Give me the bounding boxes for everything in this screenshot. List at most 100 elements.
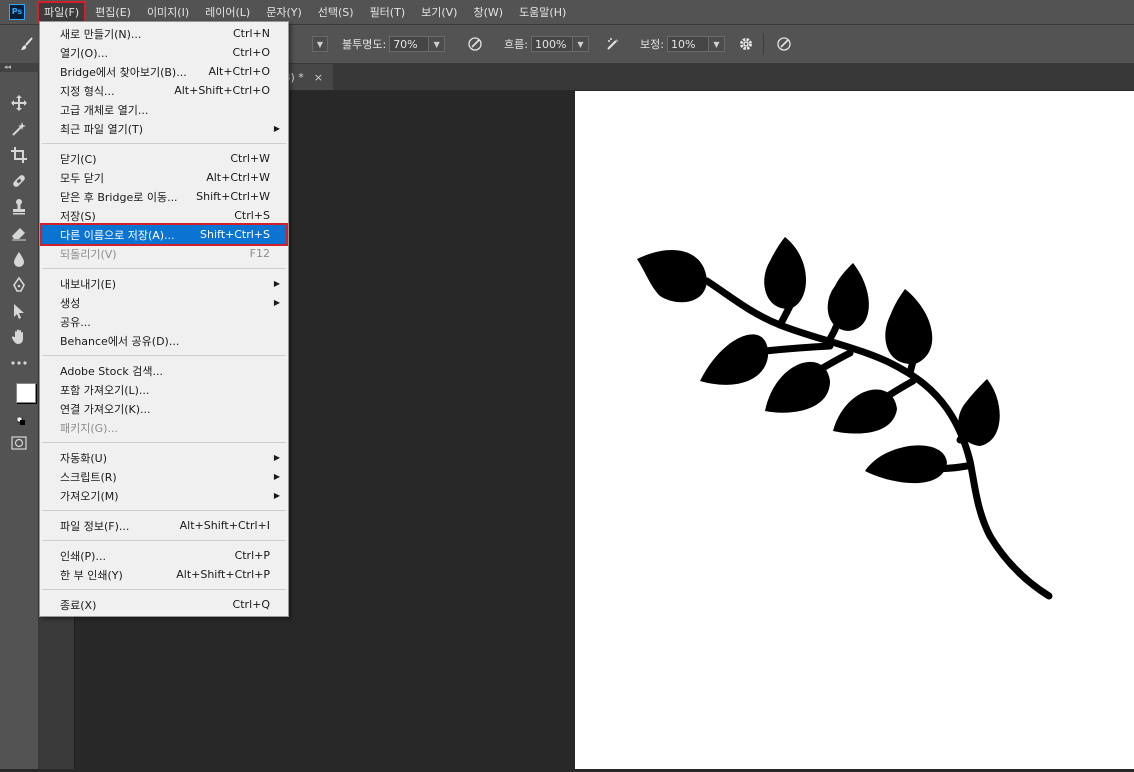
file-menu-item[interactable]: 내보내기(E) ▶ bbox=[42, 274, 286, 293]
menu-item-label: 내보내기(E) bbox=[60, 277, 117, 291]
file-menu-item[interactable]: 닫기(C) Ctrl+W bbox=[42, 149, 286, 168]
file-menu-item[interactable]: 최근 파일 열기(T) ▶ bbox=[42, 119, 286, 138]
menu-item-shortcut: Ctrl+Q bbox=[232, 598, 270, 611]
pressure-size-icon[interactable] bbox=[775, 35, 793, 53]
pressure-opacity-icon[interactable] bbox=[466, 35, 484, 53]
menu-item-shortcut: Ctrl+P bbox=[234, 549, 270, 562]
menu-separator bbox=[42, 355, 286, 356]
tools-panel bbox=[0, 72, 39, 769]
file-menu-item[interactable]: 한 부 인쇄(Y) Alt+Shift+Ctrl+P bbox=[42, 565, 286, 584]
file-menu-item[interactable]: 연결 가져오기(K)... bbox=[42, 399, 286, 418]
menu-item-3[interactable]: 레이어(L) bbox=[199, 2, 256, 22]
menu-item-5[interactable]: 선택(S) bbox=[312, 2, 360, 22]
hand-icon[interactable] bbox=[8, 326, 30, 348]
file-menu-item[interactable]: 인쇄(P)... Ctrl+P bbox=[42, 546, 286, 565]
menu-separator bbox=[42, 442, 286, 443]
file-menu-item[interactable]: Bridge에서 찾아보기(B)... Alt+Ctrl+O bbox=[42, 62, 286, 81]
submenu-arrow-icon: ▶ bbox=[273, 453, 280, 462]
healing-brush-icon[interactable] bbox=[8, 170, 30, 192]
foreground-color-swatch[interactable] bbox=[16, 383, 36, 403]
quick-mask-icon[interactable] bbox=[11, 436, 27, 450]
menu-item-label: 되돌리기(V) bbox=[60, 247, 117, 261]
file-menu-item[interactable]: 닫은 후 Bridge로 이동... Shift+Ctrl+W bbox=[42, 187, 286, 206]
menu-item-shortcut: Alt+Shift+Ctrl+O bbox=[174, 84, 270, 97]
submenu-arrow-icon: ▶ bbox=[273, 491, 280, 500]
menu-item-label: 새로 만들기(N)... bbox=[60, 27, 142, 41]
document-canvas[interactable] bbox=[575, 91, 1134, 769]
menu-item-shortcut: Ctrl+N bbox=[232, 27, 270, 40]
file-menu-item[interactable]: 공유... bbox=[42, 312, 286, 331]
brush-preset-dropdown[interactable]: ▼ bbox=[312, 35, 328, 53]
menu-item-label: 연결 가져오기(K)... bbox=[60, 402, 151, 416]
menu-item-label: 다른 이름으로 저장(A)... bbox=[60, 228, 175, 242]
submenu-arrow-icon: ▶ bbox=[273, 124, 280, 133]
flow-input[interactable]: 100% bbox=[530, 36, 573, 52]
path-select-icon[interactable] bbox=[8, 300, 30, 322]
menu-item-label: 열기(O)... bbox=[60, 46, 108, 60]
menu-item-label: 최근 파일 열기(T) bbox=[60, 122, 144, 136]
blur-icon[interactable] bbox=[8, 248, 30, 270]
menu-item-6[interactable]: 필터(T) bbox=[364, 2, 412, 22]
menu-item-shortcut: Alt+Ctrl+O bbox=[208, 65, 270, 78]
menu-item-shortcut: Shift+Ctrl+S bbox=[200, 228, 270, 241]
file-menu-item[interactable]: 열기(O)... Ctrl+O bbox=[42, 43, 286, 62]
flow-label: 흐름: bbox=[504, 38, 528, 51]
smoothing-input[interactable]: 10% bbox=[666, 36, 709, 52]
file-menu-item[interactable]: 모두 닫기 Alt+Ctrl+W bbox=[42, 168, 286, 187]
menu-item-7[interactable]: 보기(V) bbox=[415, 2, 463, 22]
stamp-icon[interactable] bbox=[8, 196, 30, 218]
submenu-arrow-icon: ▶ bbox=[273, 472, 280, 481]
brush-icon[interactable] bbox=[18, 35, 36, 53]
file-menu-item[interactable]: Behance에서 공유(D)... bbox=[42, 331, 286, 350]
gear-icon[interactable] bbox=[737, 35, 755, 53]
menu-item-9[interactable]: 도움말(H) bbox=[513, 2, 572, 22]
menu-item-label: 모두 닫기 bbox=[60, 171, 104, 185]
menu-item-shortcut: Shift+Ctrl+W bbox=[196, 190, 270, 203]
pen-icon[interactable] bbox=[8, 274, 30, 296]
menu-item-shortcut: F12 bbox=[249, 247, 270, 260]
file-menu-item[interactable]: Adobe Stock 검색... bbox=[42, 361, 286, 380]
file-menu-item[interactable]: 가져오기(M) ▶ bbox=[42, 486, 286, 505]
eraser-icon[interactable] bbox=[8, 222, 30, 244]
move-icon[interactable] bbox=[8, 92, 30, 114]
file-menu-item[interactable]: 고급 개체로 열기... bbox=[42, 100, 286, 119]
close-icon[interactable]: × bbox=[314, 71, 323, 84]
flow-dropdown[interactable]: ▼ bbox=[572, 36, 589, 52]
smoothing-label: 보정: bbox=[640, 38, 664, 51]
smoothing-dropdown[interactable]: ▼ bbox=[708, 36, 725, 52]
menu-item-shortcut: Ctrl+W bbox=[230, 152, 270, 165]
file-menu-item[interactable]: 파일 정보(F)... Alt+Shift+Ctrl+I bbox=[42, 516, 286, 535]
file-menu-item[interactable]: 포함 가져오기(L)... bbox=[42, 380, 286, 399]
file-menu-item[interactable]: 새로 만들기(N)... Ctrl+N bbox=[42, 24, 286, 43]
crop-icon[interactable] bbox=[8, 144, 30, 166]
menu-separator bbox=[42, 268, 286, 269]
menu-item-save-as[interactable]: 다른 이름으로 저장(A)... Shift+Ctrl+S bbox=[40, 223, 288, 246]
file-menu-item[interactable]: 자동화(U) ▶ bbox=[42, 448, 286, 467]
menu-item-label: 자동화(U) bbox=[60, 451, 107, 465]
file-menu-item[interactable]: 생성 ▶ bbox=[42, 293, 286, 312]
airbrush-icon[interactable] bbox=[604, 35, 622, 53]
file-menu-item[interactable]: 지정 형식... Alt+Shift+Ctrl+O bbox=[42, 81, 286, 100]
submenu-arrow-icon: ▶ bbox=[273, 298, 280, 307]
menu-item-8[interactable]: 창(W) bbox=[467, 2, 509, 22]
menu-item-4[interactable]: 문자(Y) bbox=[260, 2, 308, 22]
menu-item-1[interactable]: 편집(E) bbox=[89, 2, 137, 22]
menu-item-label: 생성 bbox=[60, 296, 81, 310]
menu-item-label: 가져오기(M) bbox=[60, 489, 119, 503]
menu-item-label: Adobe Stock 검색... bbox=[60, 364, 163, 378]
opacity-dropdown[interactable]: ▼ bbox=[429, 36, 446, 52]
menu-item-label: 스크립트(R) bbox=[60, 470, 117, 484]
file-menu-item[interactable]: 스크립트(R) ▶ bbox=[42, 467, 286, 486]
menu-item-shortcut: Ctrl+O bbox=[232, 46, 270, 59]
opacity-input[interactable]: 70% bbox=[389, 36, 430, 52]
submenu-arrow-icon: ▶ bbox=[273, 279, 280, 288]
magic-wand-icon[interactable] bbox=[8, 118, 30, 140]
more-tools-icon[interactable] bbox=[8, 352, 30, 374]
menu-item-2[interactable]: 이미지(I) bbox=[141, 2, 195, 22]
menu-item-label: Behance에서 공유(D)... bbox=[60, 334, 180, 348]
leaf-branch-artwork bbox=[637, 237, 1053, 600]
file-menu-item[interactable]: 저장(S) Ctrl+S bbox=[42, 206, 286, 225]
default-colors-icon[interactable] bbox=[16, 415, 25, 425]
menu-file[interactable]: 파일(F) bbox=[36, 1, 87, 23]
file-menu-item[interactable]: 종료(X) Ctrl+Q bbox=[42, 595, 286, 614]
